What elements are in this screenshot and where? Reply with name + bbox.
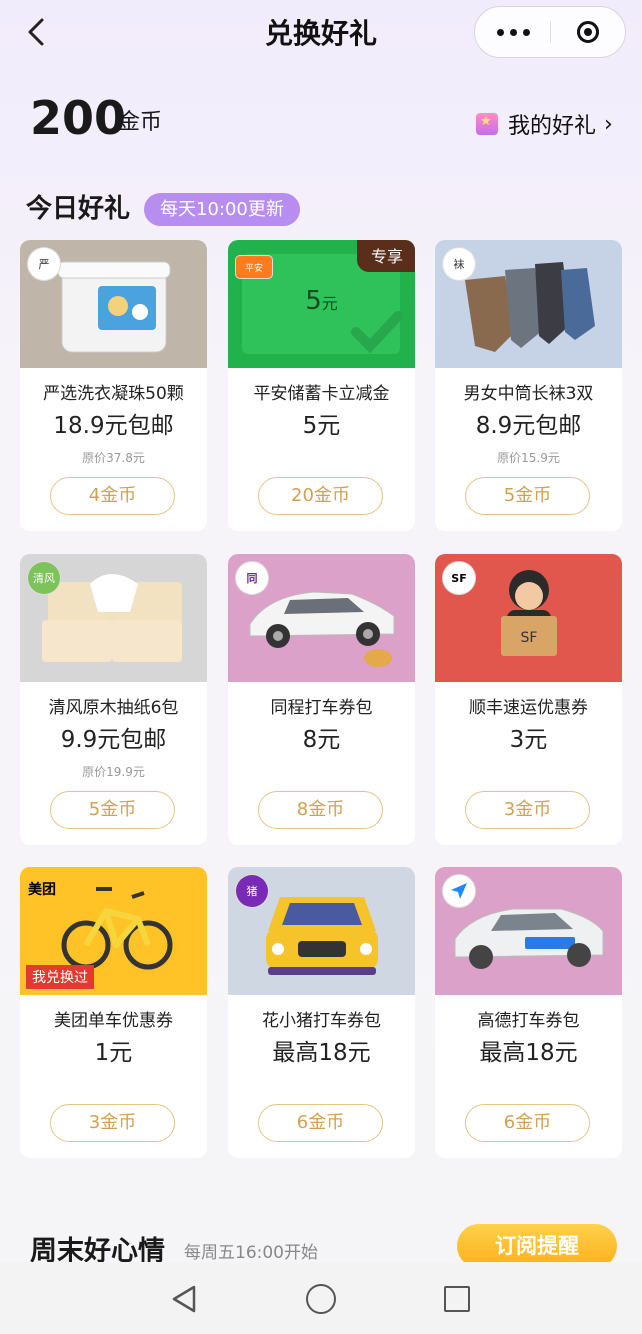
redeem-button[interactable]: 6金币 [258, 1104, 383, 1142]
redeem-button[interactable]: 3金币 [50, 1104, 175, 1142]
bank-logo: 平安 [236, 256, 272, 278]
product-card[interactable]: 美团 我兑换过 美团单车优惠券 1元 3金币 [20, 867, 207, 1158]
product-image-detergent: 严 [20, 240, 207, 368]
product-price: 最高18元 [272, 1040, 371, 1066]
meituan-logo: 美团 [28, 882, 56, 898]
product-name: 严选洗衣凝珠50颗 [43, 384, 184, 404]
navigation-arrow-icon [451, 883, 467, 899]
brand-logo: 袜 [443, 248, 475, 280]
product-name: 平安储蓄卡立减金 [253, 384, 390, 404]
product-card[interactable]: SF SF 顺丰速运优惠券 3元 3金币 [435, 554, 622, 845]
redeem-button[interactable]: 20金币 [258, 477, 383, 515]
redeem-button[interactable]: 5金币 [50, 791, 175, 829]
nav-recents-button[interactable] [444, 1286, 470, 1312]
redeem-button[interactable]: 5金币 [465, 477, 590, 515]
original-price: 原价15.9元 [497, 451, 560, 465]
brand-logo: 严 [28, 248, 60, 280]
voucher-amount: 5元 [305, 286, 338, 316]
product-price: 5元 [302, 413, 341, 439]
product-image-bike: 美团 我兑换过 [20, 867, 207, 995]
product-image-socks: 袜 [435, 240, 622, 368]
redeemed-badge: 我兑换过 [26, 965, 94, 989]
brand-logo: SF [443, 562, 475, 594]
my-gifts-label: 我的好礼 [508, 114, 597, 139]
product-card[interactable]: 同 同程打车券包 8元 8金币 [228, 554, 415, 845]
chevron-right-icon: › [604, 111, 613, 137]
brand-logo: 猪 [236, 875, 268, 907]
gift-icon [476, 113, 498, 135]
redeem-button[interactable]: 3金币 [465, 791, 590, 829]
product-name: 清风原木抽纸6包 [48, 698, 179, 718]
product-image-taxi: 猪 [228, 867, 415, 995]
product-image-car: 同 [228, 554, 415, 682]
product-card[interactable]: 高德打车券包 最高18元 6金币 [435, 867, 622, 1158]
product-price: 8.9元包邮 [475, 413, 582, 439]
product-card[interactable]: 5元 平安 专享 平安储蓄卡立减金 5元 20金币 [228, 240, 415, 531]
section-title-today: 今日好礼 [26, 194, 131, 224]
my-gifts-link[interactable]: 我的好礼 › [476, 108, 613, 140]
product-card[interactable]: 严 严选洗衣凝珠50颗 18.9元包邮 原价37.8元 4金币 [20, 240, 207, 531]
more-icon [496, 28, 504, 36]
product-price: 1元 [94, 1040, 133, 1066]
more-button[interactable] [475, 7, 551, 57]
target-icon [577, 21, 599, 43]
product-card[interactable]: 清风 清风原木抽纸6包 9.9元包邮 原价19.9元 5金币 [20, 554, 207, 845]
triangle-back-icon [172, 1285, 196, 1313]
svg-text:SF: SF [521, 630, 538, 646]
product-name: 男女中筒长袜3双 [463, 384, 594, 404]
product-name: 同程打车券包 [270, 698, 373, 718]
product-price: 9.9元包邮 [60, 727, 167, 753]
product-image-voucher: 5元 平安 专享 [228, 240, 415, 368]
update-time-badge: 每天10:00更新 [144, 193, 300, 226]
coin-unit: 金币 [118, 110, 163, 135]
coin-balance: 200 [30, 91, 127, 145]
redeem-button[interactable]: 6金币 [465, 1104, 590, 1142]
product-name: 高德打车券包 [477, 1011, 580, 1031]
nav-home-button[interactable] [306, 1284, 336, 1314]
brand-logo: 清风 [28, 562, 60, 594]
product-image-courier: SF SF [435, 554, 622, 682]
product-price: 3元 [509, 727, 548, 753]
brand-logo: 同 [236, 562, 268, 594]
nav-back-button[interactable] [170, 1284, 200, 1314]
miniapp-capsule [474, 6, 626, 58]
brand-logo [443, 875, 475, 907]
original-price: 原价19.9元 [82, 765, 145, 779]
product-name: 美团单车优惠券 [54, 1011, 173, 1031]
redeem-button[interactable]: 4金币 [50, 477, 175, 515]
exclusive-badge: 专享 [356, 240, 415, 272]
product-image-tissue: 清风 [20, 554, 207, 682]
product-card[interactable]: 猪 花小猪打车券包 最高18元 6金币 [228, 867, 415, 1158]
product-price: 最高18元 [479, 1040, 578, 1066]
original-price: 原价37.8元 [82, 451, 145, 465]
product-price: 8元 [302, 727, 341, 753]
product-price: 18.9元包邮 [53, 413, 174, 439]
close-miniapp-button[interactable] [551, 7, 625, 57]
product-name: 花小猪打车券包 [262, 1011, 381, 1031]
product-card[interactable]: 袜 男女中筒长袜3双 8.9元包邮 原价15.9元 5金币 [435, 240, 622, 531]
product-name: 顺丰速运优惠券 [469, 698, 588, 718]
product-image-gaode-car [435, 867, 622, 995]
redeem-button[interactable]: 8金币 [258, 791, 383, 829]
